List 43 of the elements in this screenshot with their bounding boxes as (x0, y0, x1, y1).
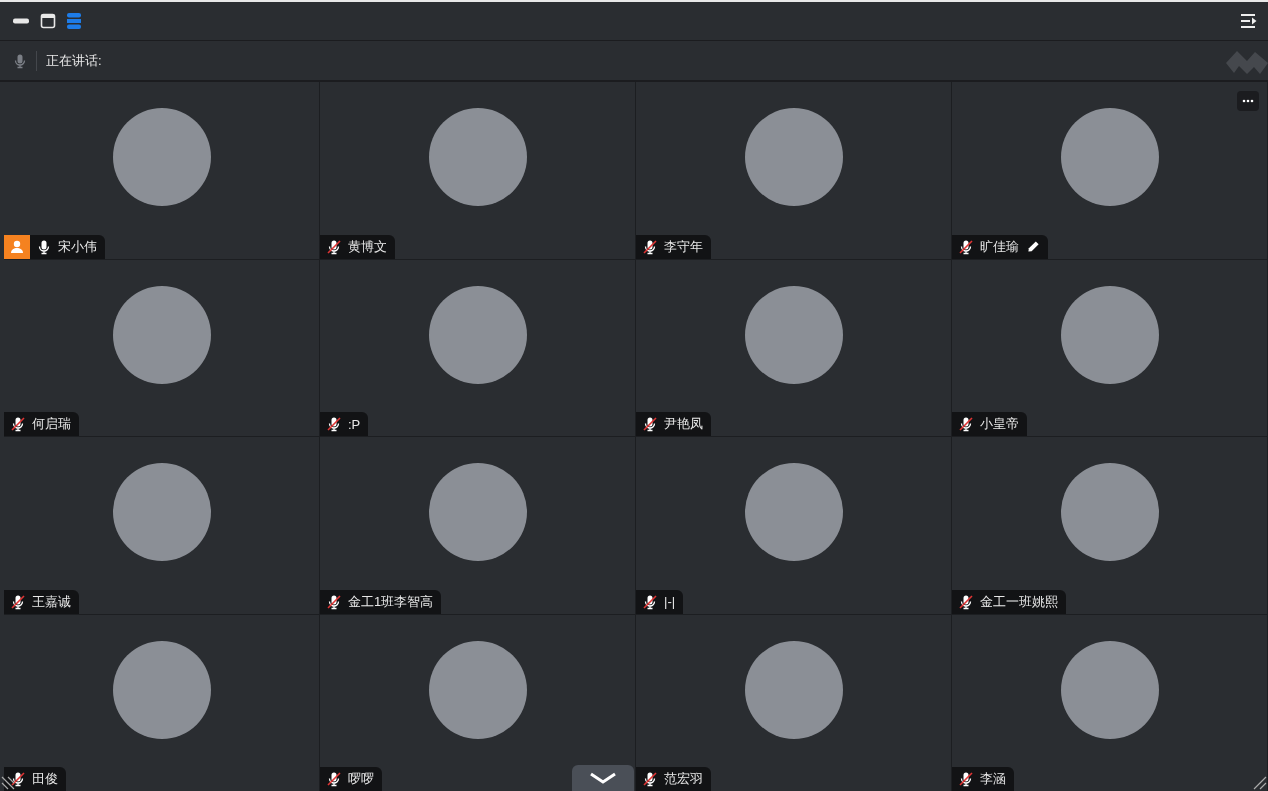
muted-microphone-icon[interactable] (958, 416, 974, 432)
muted-microphone-icon[interactable] (326, 771, 342, 787)
speaking-label: 正在讲话: (46, 51, 102, 70)
participant-name: 李守年 (664, 237, 703, 256)
more-button[interactable] (1237, 91, 1259, 111)
muted-microphone-icon[interactable] (10, 593, 26, 610)
muted-microphone-icon[interactable] (642, 771, 658, 787)
muted-microphone-icon[interactable] (958, 238, 974, 255)
participant-name: 尹艳凤 (664, 415, 703, 433)
participant-name: 金工一班姚熙 (980, 592, 1058, 611)
participant-name: 啰啰 (348, 770, 374, 788)
muted-microphone-icon[interactable] (958, 593, 974, 610)
muted-microphone-icon[interactable] (326, 238, 342, 255)
muted-microphone-icon[interactable] (642, 416, 658, 432)
participant-name: 旷佳瑜 (980, 237, 1019, 256)
muted-microphone-icon[interactable] (10, 771, 26, 787)
chevron-down-icon (588, 772, 618, 784)
window-button[interactable] (40, 13, 56, 29)
minimize-button[interactable] (12, 17, 30, 25)
muted-microphone-icon[interactable] (642, 593, 658, 610)
muted-microphone-icon[interactable] (326, 593, 342, 610)
participant-name: 宋小伟 (58, 237, 97, 256)
participant-name: |-| (664, 594, 676, 609)
muted-microphone-icon[interactable] (642, 238, 658, 255)
participant-name: :P (348, 416, 361, 432)
participant-name: 王嘉诚 (32, 592, 71, 611)
microphone-icon[interactable] (36, 238, 52, 255)
resize-grip-icon[interactable] (1, 776, 15, 790)
muted-microphone-icon[interactable] (958, 771, 974, 787)
ellipsis-icon (1242, 99, 1254, 103)
participant-name: 小皇帝 (980, 415, 1019, 433)
participant-name: 田俊 (32, 770, 58, 788)
resize-grip-icon[interactable] (1253, 776, 1267, 790)
participant-name: 金工1班李智高 (348, 592, 434, 611)
layout-button[interactable] (66, 12, 82, 30)
collapse-button[interactable] (572, 765, 634, 791)
participant-name: 李涵 (980, 770, 1006, 788)
participant-name: 黄博文 (348, 237, 387, 256)
collapse-list-icon[interactable] (1240, 13, 1258, 29)
participant-name: 何启瑞 (32, 415, 71, 433)
participant-name: 范宏羽 (664, 770, 703, 788)
muted-microphone-icon[interactable] (10, 416, 26, 432)
muted-microphone-icon[interactable] (326, 416, 342, 432)
